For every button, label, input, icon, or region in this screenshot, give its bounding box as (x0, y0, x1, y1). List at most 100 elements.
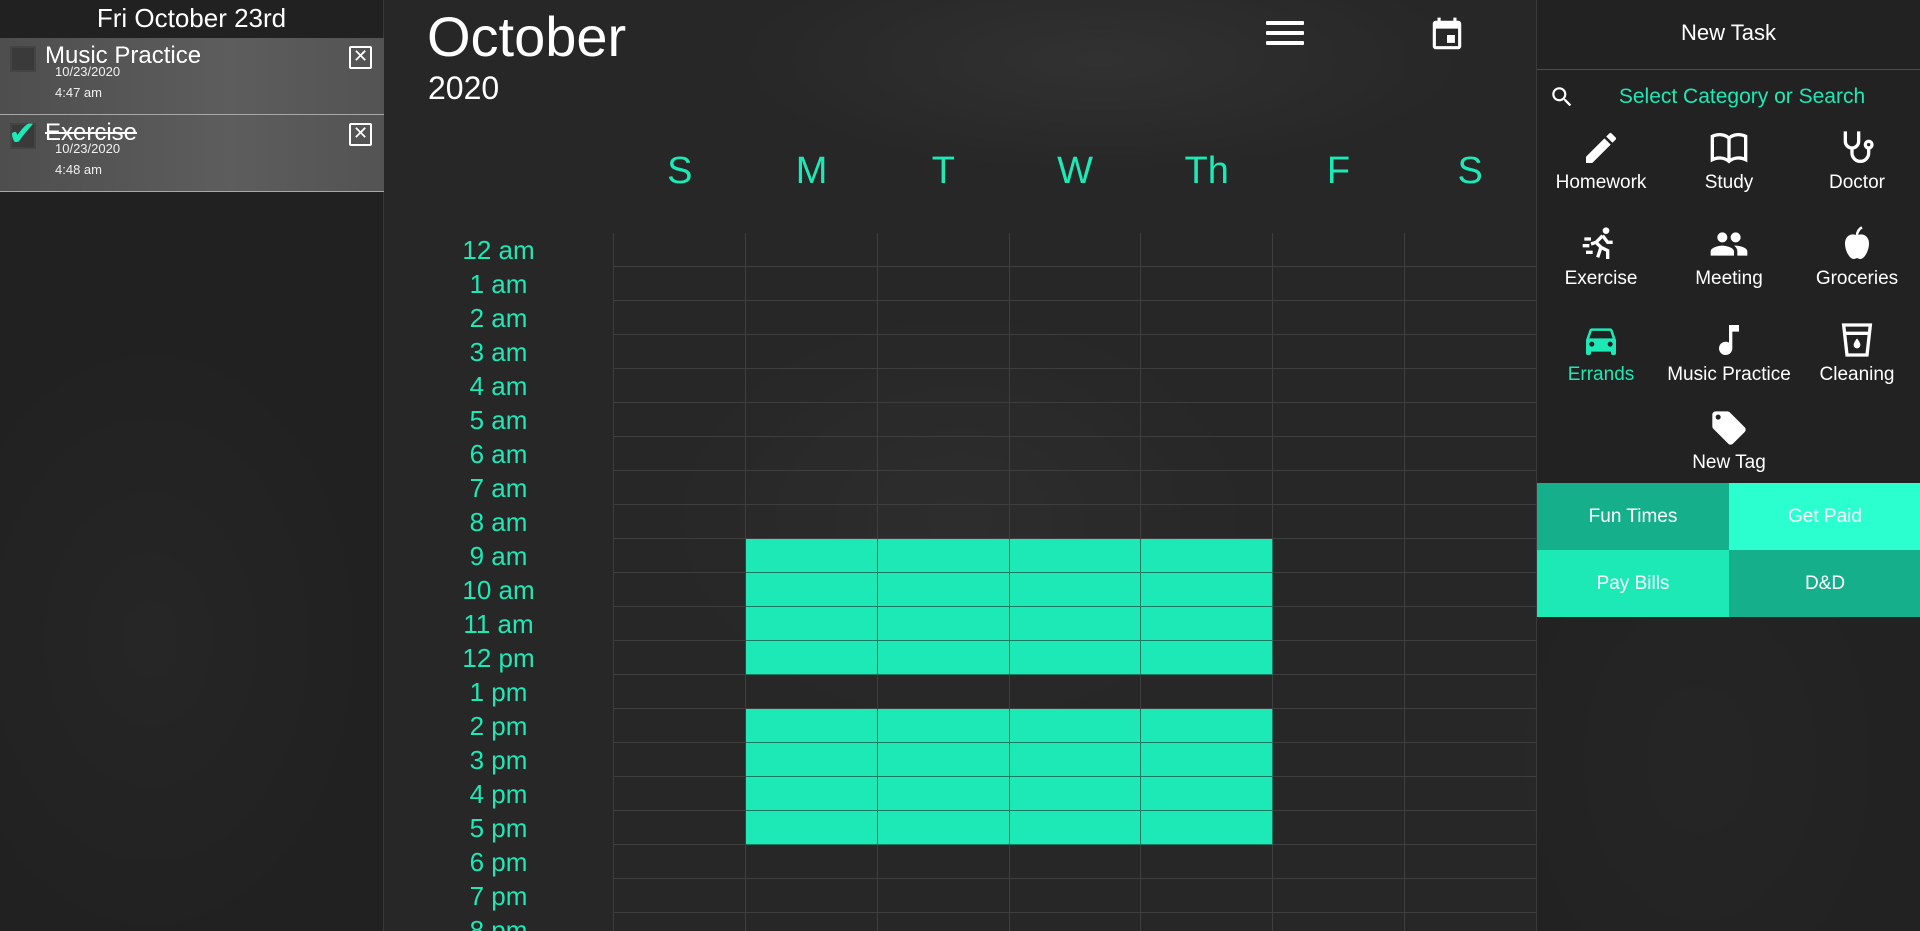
time-slot-cell[interactable] (1273, 743, 1406, 777)
time-slot-cell[interactable] (614, 403, 746, 437)
time-slot-cell[interactable] (877, 335, 1010, 369)
time-slot-cell[interactable] (1009, 403, 1142, 437)
time-slot-cell[interactable] (1141, 913, 1274, 931)
time-slot-cell[interactable] (1141, 369, 1274, 403)
time-slot-cell[interactable] (1405, 913, 1536, 931)
time-slot-cell[interactable] (745, 573, 878, 607)
time-slot-cell[interactable] (1141, 437, 1274, 471)
time-slot-cell[interactable] (877, 267, 1010, 301)
time-slot-cell[interactable] (614, 573, 746, 607)
delete-task-icon[interactable]: ✕ (349, 46, 372, 69)
time-slot-cell[interactable] (877, 505, 1010, 539)
time-slot-cell[interactable] (1405, 335, 1536, 369)
time-slot-cell[interactable] (1141, 301, 1274, 335)
time-slot-cell[interactable] (1273, 607, 1406, 641)
time-slot-cell[interactable] (745, 641, 878, 675)
time-slot-cell[interactable] (614, 709, 746, 743)
tag-button[interactable]: Fun Times (1537, 483, 1729, 550)
time-slot-cell[interactable] (614, 233, 746, 267)
time-slot-cell[interactable] (1273, 369, 1406, 403)
time-slot-cell[interactable] (745, 845, 878, 879)
time-slot-cell[interactable] (1009, 675, 1142, 709)
time-slot-cell[interactable] (1405, 505, 1536, 539)
time-slot-cell[interactable] (1009, 267, 1142, 301)
time-slot-cell[interactable] (614, 335, 746, 369)
time-slot-cell[interactable] (1273, 437, 1406, 471)
category-search-input[interactable] (1587, 80, 1897, 114)
category-exercise[interactable]: Exercise (1537, 218, 1665, 308)
time-slot-cell[interactable] (614, 879, 746, 913)
time-slot-cell[interactable] (746, 913, 878, 931)
time-slot-cell[interactable] (1141, 879, 1274, 913)
time-slot-cell[interactable] (614, 301, 746, 335)
time-slot-cell[interactable] (1141, 845, 1274, 879)
time-slot-cell[interactable] (877, 607, 1010, 641)
time-slot-cell[interactable] (1141, 709, 1274, 743)
time-slot-cell[interactable] (1405, 709, 1536, 743)
time-slot-cell[interactable] (1273, 233, 1406, 267)
time-slot-cell[interactable] (1273, 539, 1406, 573)
time-slot-cell[interactable] (614, 607, 746, 641)
new-task-header[interactable]: New Task (1537, 0, 1920, 70)
time-slot-cell[interactable] (1141, 471, 1274, 505)
time-slot-cell[interactable] (614, 437, 746, 471)
time-slot-cell[interactable] (1009, 607, 1142, 641)
time-slot-cell[interactable] (1273, 335, 1406, 369)
time-slot-cell[interactable] (1009, 777, 1142, 811)
time-slot-cell[interactable] (1141, 607, 1274, 641)
time-slot-cell[interactable] (614, 471, 746, 505)
time-slot-cell[interactable] (745, 335, 878, 369)
time-slot-cell[interactable] (1009, 743, 1142, 777)
time-slot-cell[interactable] (614, 913, 746, 931)
calendar-icon[interactable] (1428, 14, 1466, 56)
time-slot-cell[interactable] (877, 709, 1010, 743)
time-slot-cell[interactable] (1405, 539, 1536, 573)
time-slot-cell[interactable] (745, 437, 878, 471)
time-slot-cell[interactable] (745, 743, 878, 777)
time-slot-cell[interactable] (1273, 811, 1406, 845)
time-slot-cell[interactable] (745, 879, 878, 913)
time-slot-cell[interactable] (745, 233, 878, 267)
time-slot-cell[interactable] (745, 777, 878, 811)
category-doctor[interactable]: Doctor (1793, 122, 1920, 212)
time-slot-cell[interactable] (1009, 845, 1142, 879)
time-slot-cell[interactable] (1141, 335, 1274, 369)
time-slot-cell[interactable] (1405, 607, 1536, 641)
category-new-tag[interactable]: New Tag (1665, 402, 1793, 492)
category-groceries[interactable]: Groceries (1793, 218, 1920, 308)
time-slot-cell[interactable] (1273, 709, 1406, 743)
time-slot-cell[interactable] (1009, 879, 1142, 913)
task-item[interactable]: ✔ Exercise 10/23/2020 4:48 am ✕ (0, 115, 384, 192)
time-slot-cell[interactable] (878, 913, 1010, 931)
time-slot-cell[interactable] (877, 573, 1010, 607)
time-slot-cell[interactable] (1141, 641, 1274, 675)
time-slot-cell[interactable] (1141, 233, 1274, 267)
time-slot-cell[interactable] (877, 471, 1010, 505)
time-slot-cell[interactable] (1141, 505, 1274, 539)
category-errands[interactable]: Errands (1537, 314, 1665, 404)
time-slot-cell[interactable] (1405, 301, 1536, 335)
time-slot-cell[interactable] (877, 845, 1010, 879)
time-slot-cell[interactable] (1141, 743, 1274, 777)
time-slot-cell[interactable] (1405, 675, 1536, 709)
time-slot-cell[interactable] (1009, 369, 1142, 403)
category-music-practice[interactable]: Music Practice (1665, 314, 1793, 404)
task-checkbox[interactable] (10, 46, 36, 72)
tag-button[interactable]: Pay Bills (1537, 550, 1729, 617)
time-slot-cell[interactable] (614, 369, 746, 403)
time-slot-cell[interactable] (745, 709, 878, 743)
time-slot-cell[interactable] (877, 879, 1010, 913)
time-slot-cell[interactable] (1405, 369, 1536, 403)
time-slot-cell[interactable] (1141, 777, 1274, 811)
time-slot-cell[interactable] (1405, 641, 1536, 675)
time-slot-cell[interactable] (1141, 267, 1274, 301)
time-slot-cell[interactable] (1009, 641, 1142, 675)
time-slot-cell[interactable] (614, 811, 746, 845)
time-slot-cell[interactable] (745, 267, 878, 301)
time-slot-cell[interactable] (1141, 403, 1274, 437)
time-slot-cell[interactable] (1009, 811, 1142, 845)
time-slot-cell[interactable] (745, 607, 878, 641)
time-slot-cell[interactable] (1009, 709, 1142, 743)
time-slot-cell[interactable] (877, 369, 1010, 403)
time-slot-cell[interactable] (1273, 301, 1406, 335)
